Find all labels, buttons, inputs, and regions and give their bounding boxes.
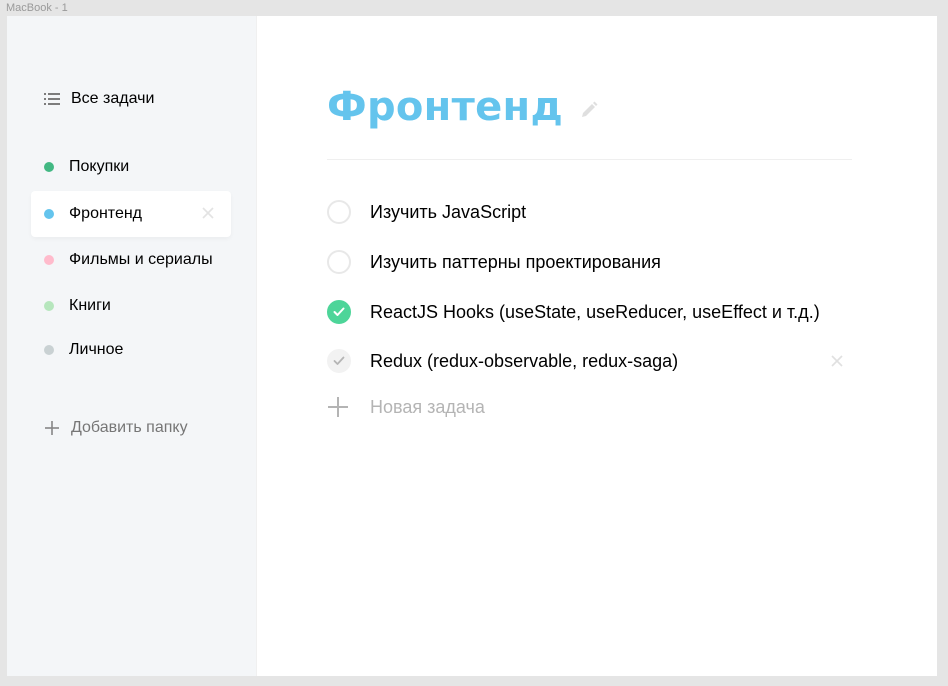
task-item[interactable]: Изучить JavaScript — [327, 197, 852, 227]
tasks-panel: Фронтенд Изучить JavaScript Изучить патт… — [257, 16, 937, 676]
plus-icon — [45, 421, 59, 435]
task-checkbox[interactable] — [327, 200, 351, 224]
task-checkbox[interactable] — [327, 250, 351, 274]
title-divider — [327, 159, 852, 160]
list-color-dot — [44, 255, 54, 265]
add-folder-button[interactable]: Добавить папку — [44, 419, 188, 437]
list-color-dot — [44, 209, 54, 219]
frame-label: MacBook - 1 — [6, 2, 68, 14]
todo-app: Все задачи Покупки Фронтенд Фильмы и сер… — [7, 16, 937, 676]
sidebar-item-frontend[interactable]: Фронтенд — [31, 191, 231, 237]
sidebar-item-movies[interactable]: Фильмы и сериалы — [31, 237, 231, 283]
task-item[interactable]: Redux (redux-observable, redux-saga) — [327, 346, 852, 376]
task-text: ReactJS Hooks (useState, useReducer, use… — [370, 301, 820, 322]
remove-list-icon[interactable] — [201, 206, 215, 220]
sidebar-item-books[interactable]: Книги — [31, 283, 231, 329]
sidebar-item-label: Фронтенд — [69, 205, 143, 222]
sidebar-item-all-tasks[interactable]: Все задачи — [31, 76, 231, 122]
list-color-dot — [44, 301, 54, 311]
sidebar-item-label: Фильмы и сериалы — [69, 251, 213, 268]
edit-pencil-icon[interactable] — [579, 100, 599, 120]
list-icon — [44, 93, 60, 105]
list-color-dot — [44, 162, 54, 172]
add-folder-label: Добавить папку — [71, 419, 188, 436]
page-title: Фронтенд — [327, 84, 564, 130]
sidebar-item-shopping[interactable]: Покупки — [31, 144, 231, 190]
check-icon — [333, 307, 345, 316]
task-checkbox[interactable] — [327, 349, 351, 373]
task-checkbox[interactable] — [327, 300, 351, 324]
remove-task-icon[interactable] — [830, 354, 844, 368]
task-text: Redux (redux-observable, redux-saga) — [370, 350, 679, 371]
sidebar-item-label: Все задачи — [71, 90, 155, 107]
list-header: Фронтенд — [327, 84, 599, 130]
task-item[interactable]: Изучить паттерны проектирования — [327, 247, 852, 277]
check-icon — [333, 356, 345, 365]
new-task-label: Новая задача — [370, 396, 485, 417]
task-text: Изучить паттерны проектирования — [370, 251, 661, 272]
sidebar-item-personal[interactable]: Личное — [31, 327, 231, 373]
new-task-button[interactable]: Новая задача — [327, 396, 485, 418]
sidebar-item-label: Покупки — [69, 158, 130, 175]
sidebar: Все задачи Покупки Фронтенд Фильмы и сер… — [7, 16, 257, 676]
plus-icon — [328, 397, 348, 417]
sidebar-item-label: Книги — [69, 297, 111, 314]
task-item[interactable]: ReactJS Hooks (useState, useReducer, use… — [327, 297, 852, 327]
task-text: Изучить JavaScript — [370, 201, 527, 222]
list-color-dot — [44, 345, 54, 355]
sidebar-item-label: Личное — [69, 341, 124, 358]
